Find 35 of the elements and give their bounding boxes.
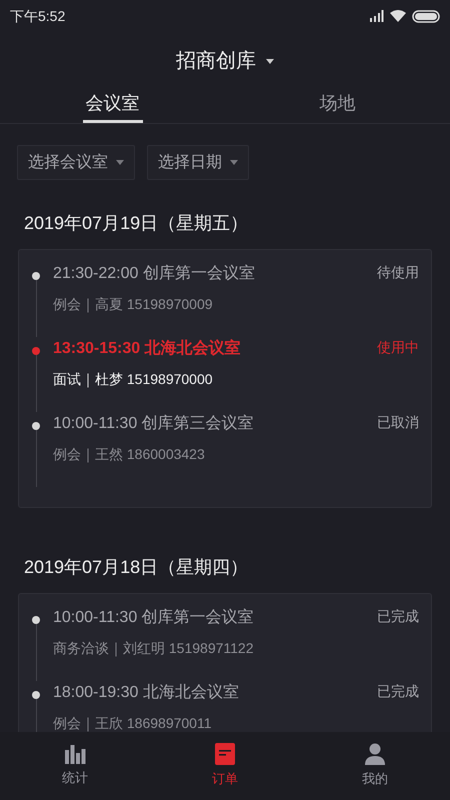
document-icon bbox=[215, 743, 235, 766]
date-heading: 2019年07月18日（星期四） bbox=[23, 556, 250, 579]
booking-title: 10:00-11:30 创库第三会议室 bbox=[53, 414, 254, 434]
booking-status: 已完成 bbox=[377, 682, 419, 701]
bar-chart-icon bbox=[64, 744, 86, 764]
tab[interactable]: 场地 bbox=[225, 90, 450, 123]
person-icon bbox=[364, 743, 386, 766]
booking-detail: 例会｜王然 1860003423 bbox=[53, 445, 206, 464]
signal-icon bbox=[368, 10, 384, 22]
booking-status: 已完成 bbox=[377, 607, 419, 626]
booking-status: 待使用 bbox=[377, 263, 419, 282]
booking-detail: 例会｜王欣 18698970011 bbox=[53, 714, 212, 732]
caret-icon bbox=[116, 160, 124, 165]
booking-status: 已取消 bbox=[377, 413, 419, 432]
booking-title: 21:30-22:00 创库第一会议室 bbox=[53, 264, 255, 284]
battery-icon bbox=[412, 10, 440, 22]
status-time: 下午5:52 bbox=[10, 6, 66, 26]
booking-title: 18:00-19:30 北海北会议室 bbox=[53, 682, 239, 703]
booking-status: 使用中 bbox=[377, 338, 419, 357]
booking-detail: 面试｜杜梦 15198970000 bbox=[53, 370, 214, 390]
filter-dropdown[interactable]: 选择会议室 bbox=[17, 145, 135, 180]
booking-detail: 商务洽谈｜刘红明 15198971122 bbox=[53, 639, 254, 658]
filter-dropdown[interactable]: 选择日期 bbox=[147, 145, 249, 180]
header-title: 招商创库 bbox=[176, 49, 256, 74]
nav-tab[interactable]: 统计 bbox=[0, 732, 150, 800]
booking-title: 13:30-15:30 北海北会议室 bbox=[53, 338, 241, 359]
wifi-icon bbox=[390, 10, 406, 22]
tab[interactable]: 会议室 bbox=[0, 90, 225, 123]
booking-title: 10:00-11:30 创库第一会议室 bbox=[53, 608, 254, 628]
date-heading: 2019年07月19日（星期五） bbox=[23, 212, 250, 235]
nav-tab[interactable]: 我的 bbox=[300, 732, 450, 800]
caret-icon bbox=[230, 160, 238, 165]
caret-icon bbox=[266, 58, 274, 64]
booking-detail: 例会｜高夏 15198970009 bbox=[53, 295, 214, 314]
nav-tab[interactable]: 订单 bbox=[150, 732, 300, 800]
